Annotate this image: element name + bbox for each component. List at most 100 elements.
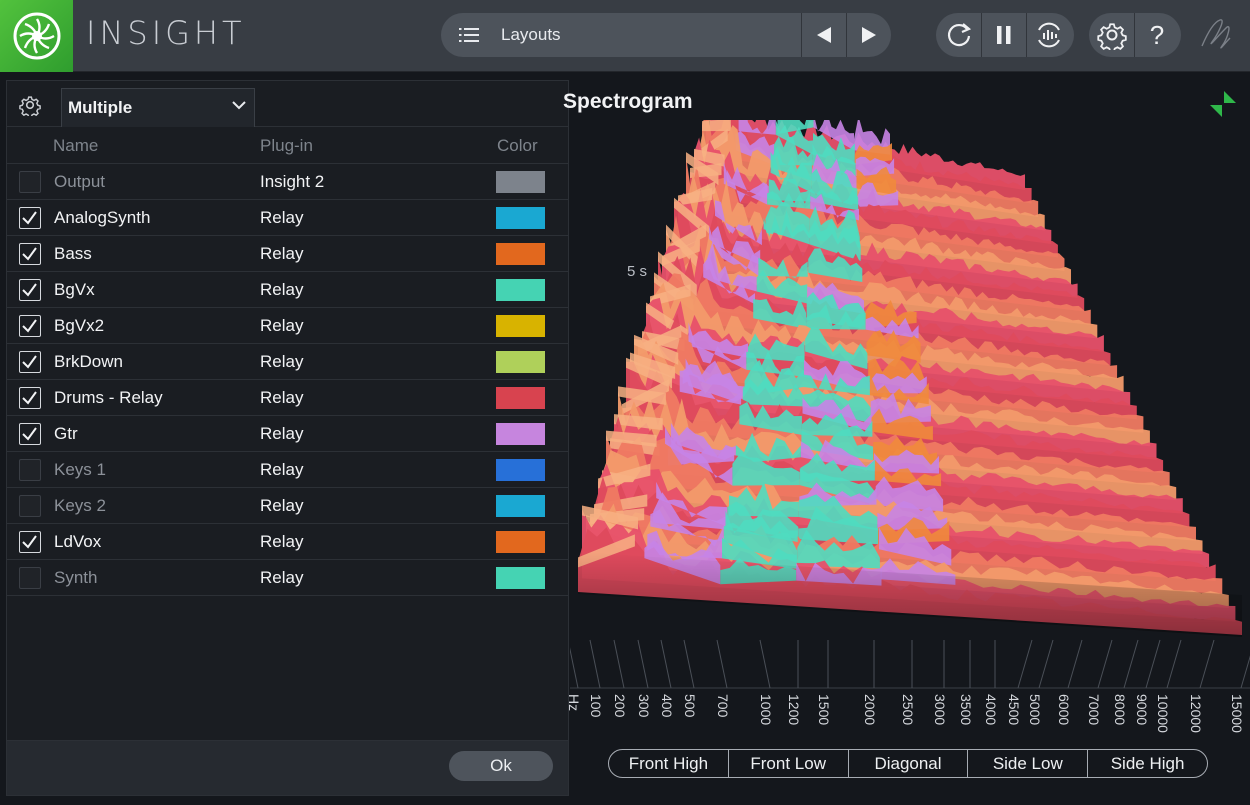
next-arrow-icon — [862, 27, 876, 43]
app-logo — [0, 0, 73, 72]
track-panel-header: Multiple — [7, 81, 568, 127]
track-checkbox[interactable] — [19, 351, 41, 373]
track-row[interactable]: Gtr Relay — [7, 416, 568, 452]
checkmark-icon — [22, 427, 37, 441]
view-button-side-high[interactable]: Side High — [1087, 750, 1207, 777]
layouts-label: Layouts — [501, 25, 561, 44]
chevron-down-icon — [232, 101, 246, 110]
loop-icon — [947, 23, 971, 47]
app-title: INSIGHT — [86, 14, 246, 52]
track-color-swatch[interactable] — [496, 243, 545, 265]
track-color-swatch[interactable] — [496, 315, 545, 337]
track-row[interactable]: BgVx2 Relay — [7, 308, 568, 344]
track-color-swatch[interactable] — [496, 207, 545, 229]
track-row[interactable]: AnalogSynth Relay — [7, 200, 568, 236]
column-color-header: Color — [497, 136, 538, 155]
track-name: BrkDown — [54, 352, 123, 371]
track-plugin: Relay — [260, 388, 304, 407]
ok-button[interactable]: Ok — [449, 751, 553, 781]
track-checkbox[interactable] — [19, 567, 41, 589]
previous-layout-button[interactable] — [801, 13, 846, 57]
track-color-swatch[interactable] — [496, 351, 545, 373]
panel-settings-icon[interactable] — [19, 94, 41, 116]
track-checkbox[interactable] — [19, 495, 41, 517]
spectrogram-3d-view[interactable] — [570, 120, 1250, 745]
track-checkbox[interactable] — [19, 315, 41, 337]
track-row[interactable]: Keys 1 Relay — [7, 452, 568, 488]
track-row[interactable]: Keys 2 Relay — [7, 488, 568, 524]
frequency-tick-label: 15000 — [1229, 694, 1245, 733]
track-color-swatch[interactable] — [496, 423, 545, 445]
frequency-tick-label: 10000 — [1155, 694, 1171, 733]
reset-button[interactable] — [1026, 13, 1071, 57]
track-checkbox[interactable] — [19, 243, 41, 265]
track-color-swatch[interactable] — [496, 459, 545, 481]
frequency-tick-label: 100 — [588, 694, 604, 718]
loop-button[interactable] — [936, 13, 981, 57]
view-button-diagonal[interactable]: Diagonal — [847, 750, 968, 777]
track-checkbox[interactable] — [19, 207, 41, 229]
track-checkbox[interactable] — [19, 531, 41, 553]
pause-icon — [997, 26, 1011, 44]
settings-icon — [1096, 23, 1127, 50]
help-button[interactable]: ? — [1134, 13, 1179, 57]
track-row[interactable]: Bass Relay — [7, 236, 568, 272]
track-color-swatch[interactable] — [496, 279, 545, 301]
signature-icon — [1201, 19, 1231, 49]
track-color-swatch[interactable] — [496, 495, 545, 517]
view-button-front-low[interactable]: Front Low — [727, 750, 848, 777]
track-row[interactable]: BrkDown Relay — [7, 344, 568, 380]
frequency-tick-label: 4000 — [983, 694, 999, 726]
layouts-button[interactable]: Layouts — [441, 13, 801, 57]
track-checkbox[interactable] — [19, 459, 41, 481]
track-plugin: Relay — [260, 460, 304, 479]
track-plugin: Relay — [260, 208, 304, 227]
track-row[interactable]: Output Insight 2 — [7, 164, 568, 200]
track-checkbox[interactable] — [19, 423, 41, 445]
pause-button[interactable] — [981, 13, 1026, 57]
logo-icon — [13, 12, 60, 60]
track-name: AnalogSynth — [54, 208, 151, 227]
spectrogram-surface — [578, 120, 1242, 637]
checkmark-icon — [22, 535, 37, 549]
track-name: BgVx2 — [54, 316, 105, 335]
source-dropdown[interactable]: Multiple — [61, 88, 255, 127]
track-name: Drums - Relay — [54, 388, 163, 407]
view-button-side-low[interactable]: Side Low — [967, 750, 1087, 777]
track-row[interactable]: LdVox Relay — [7, 524, 568, 560]
track-color-swatch[interactable] — [496, 171, 545, 193]
spectrogram-title: Spectrogram — [563, 90, 693, 113]
track-plugin: Relay — [260, 568, 304, 587]
transport-control — [936, 13, 1074, 57]
layouts-control: Layouts — [441, 13, 891, 57]
checkmark-icon — [22, 283, 37, 297]
view-angle-selector: Front High Front Low Diagonal Side Low Side … — [608, 749, 1208, 778]
track-name: Output — [54, 172, 106, 191]
utility-control: ? — [1089, 13, 1181, 57]
track-color-swatch[interactable] — [496, 531, 545, 553]
column-name-header: Name — [53, 136, 99, 155]
frequency-tick-label: 700 — [715, 694, 731, 718]
frequency-tick-label: 4500 — [1006, 694, 1022, 726]
checkmark-icon — [22, 355, 37, 369]
checkmark-icon — [22, 211, 37, 225]
frequency-tick-label: 12000 — [1188, 694, 1204, 733]
collapse-icon[interactable] — [1208, 89, 1238, 119]
track-checkbox[interactable] — [19, 387, 41, 409]
track-color-swatch[interactable] — [496, 567, 545, 589]
settings-button[interactable] — [1089, 13, 1134, 57]
next-layout-button[interactable] — [846, 13, 891, 57]
frequency-axis — [570, 639, 1250, 689]
track-row[interactable]: Drums - Relay Relay — [7, 380, 568, 416]
frequency-tick-label: 7000 — [1086, 694, 1102, 726]
track-color-swatch[interactable] — [496, 387, 545, 409]
view-button-front-high[interactable]: Front High — [609, 750, 728, 777]
track-name: Keys 1 — [54, 460, 106, 479]
reset-icon — [1038, 22, 1060, 48]
track-row[interactable]: BgVx Relay — [7, 272, 568, 308]
track-checkbox[interactable] — [19, 279, 41, 301]
track-row[interactable]: Synth Relay — [7, 560, 568, 596]
track-checkbox[interactable] — [19, 171, 41, 193]
source-dropdown-value: Multiple — [68, 98, 133, 117]
track-list: Output Insight 2 AnalogSynth Relay Bass Relay… — [7, 164, 568, 596]
